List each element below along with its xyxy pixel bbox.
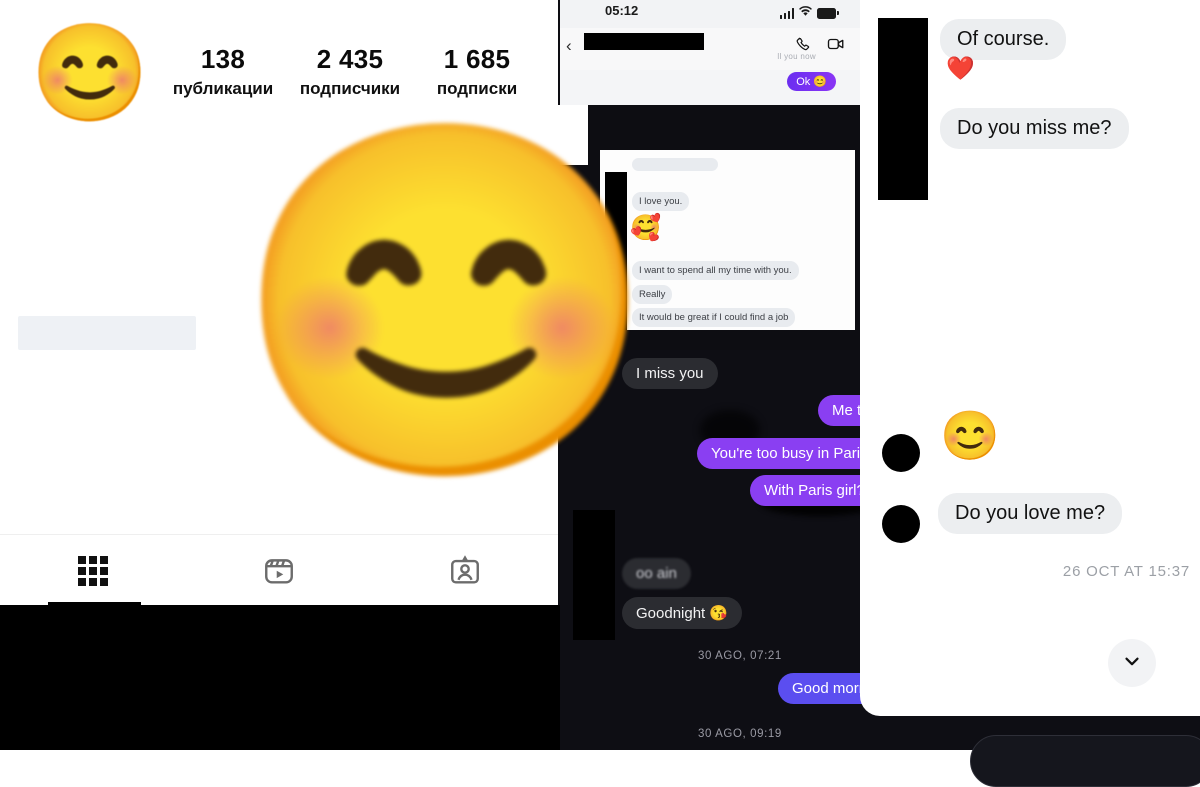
- message-bubble-incoming[interactable]: Do you miss me?: [940, 108, 1129, 149]
- stat-posts-value: 138: [200, 44, 246, 74]
- chat-nav-bar: ‹: [560, 28, 860, 70]
- message-bubble-outgoing[interactable]: You're too busy in Paris: [697, 438, 882, 469]
- back-button[interactable]: ‹: [566, 36, 572, 56]
- message-input-bar[interactable]: [970, 735, 1200, 787]
- tab-reels[interactable]: [186, 535, 372, 607]
- stat-followers[interactable]: 2 435 подписчики: [287, 44, 413, 99]
- profile-stats: 138 публикации 2 435 подписчики 1 685 по…: [160, 44, 540, 99]
- phone-status-bar: 05:12: [560, 0, 860, 28]
- red-heart-icon: ❤️: [946, 55, 975, 81]
- tab-tagged[interactable]: [372, 535, 558, 607]
- wifi-icon: [799, 4, 812, 22]
- battery-icon: [817, 7, 839, 19]
- redaction-bar: [878, 18, 928, 200]
- video-call-icon[interactable]: [827, 36, 845, 57]
- message-text: Ok: [796, 75, 811, 88]
- stat-posts-label: публикации: [172, 79, 274, 98]
- chevron-down-icon: [1121, 650, 1143, 677]
- avatar-redacted: [882, 505, 920, 543]
- signal-icon: [779, 7, 794, 19]
- message-timestamp: 26 OCT AT 15:37: [1062, 563, 1190, 580]
- redaction-bar: [573, 510, 615, 640]
- avatar-redacted: [882, 434, 920, 472]
- tab-grid[interactable]: [0, 535, 186, 607]
- scroll-to-bottom-button[interactable]: [1108, 639, 1156, 687]
- stat-followers-label: подписчики: [299, 79, 401, 98]
- message-bubble-outgoing[interactable]: Ok 😊: [787, 72, 836, 91]
- status-bar-clock: 05:12: [605, 3, 639, 18]
- stat-following-value: 1 685: [443, 44, 511, 74]
- seen-status-text: ll you now: [777, 52, 816, 61]
- right-chat-panel: Of course. ❤️ Do you miss me? 😊 Do you l…: [860, 0, 1200, 716]
- messenger-top-panel: 05:12 ‹ ll you now Ok 😊: [560, 0, 860, 105]
- status-bar-icons: [779, 4, 839, 22]
- smiling-face-icon: 😊: [813, 76, 827, 88]
- smiling-face-icon: 😊: [940, 410, 1000, 463]
- message-timestamp: 30 AGO, 07:21: [698, 650, 782, 662]
- avatar[interactable]: 😊: [30, 22, 150, 126]
- bio-placeholder: [18, 316, 196, 350]
- stat-posts[interactable]: 138 публикации: [160, 44, 286, 99]
- message-bubble-incoming[interactable]: oo ain: [622, 558, 691, 589]
- message-timestamp: 30 AGO, 09:19: [698, 728, 782, 740]
- profile-tab-bar: [0, 534, 558, 607]
- grid-icon: [76, 554, 110, 588]
- stat-followers-value: 2 435: [316, 44, 384, 74]
- tagged-icon: [448, 554, 482, 588]
- stat-following-label: подписки: [436, 79, 518, 98]
- message-bubble-incoming[interactable]: Goodnight 😘: [622, 597, 743, 629]
- message-bubble-incoming[interactable]: Of course.: [940, 19, 1067, 60]
- stat-following[interactable]: 1 685 подписки: [414, 44, 540, 99]
- enlarged-emoji-overlay: 😊: [183, 105, 661, 505]
- smiling-face-icon: 😊: [231, 110, 661, 495]
- message-bubble-incoming[interactable]: Do you love me?: [938, 493, 1123, 534]
- black-fill-region: [0, 605, 560, 750]
- contact-name-redaction: [584, 33, 704, 50]
- reels-icon: [262, 554, 296, 588]
